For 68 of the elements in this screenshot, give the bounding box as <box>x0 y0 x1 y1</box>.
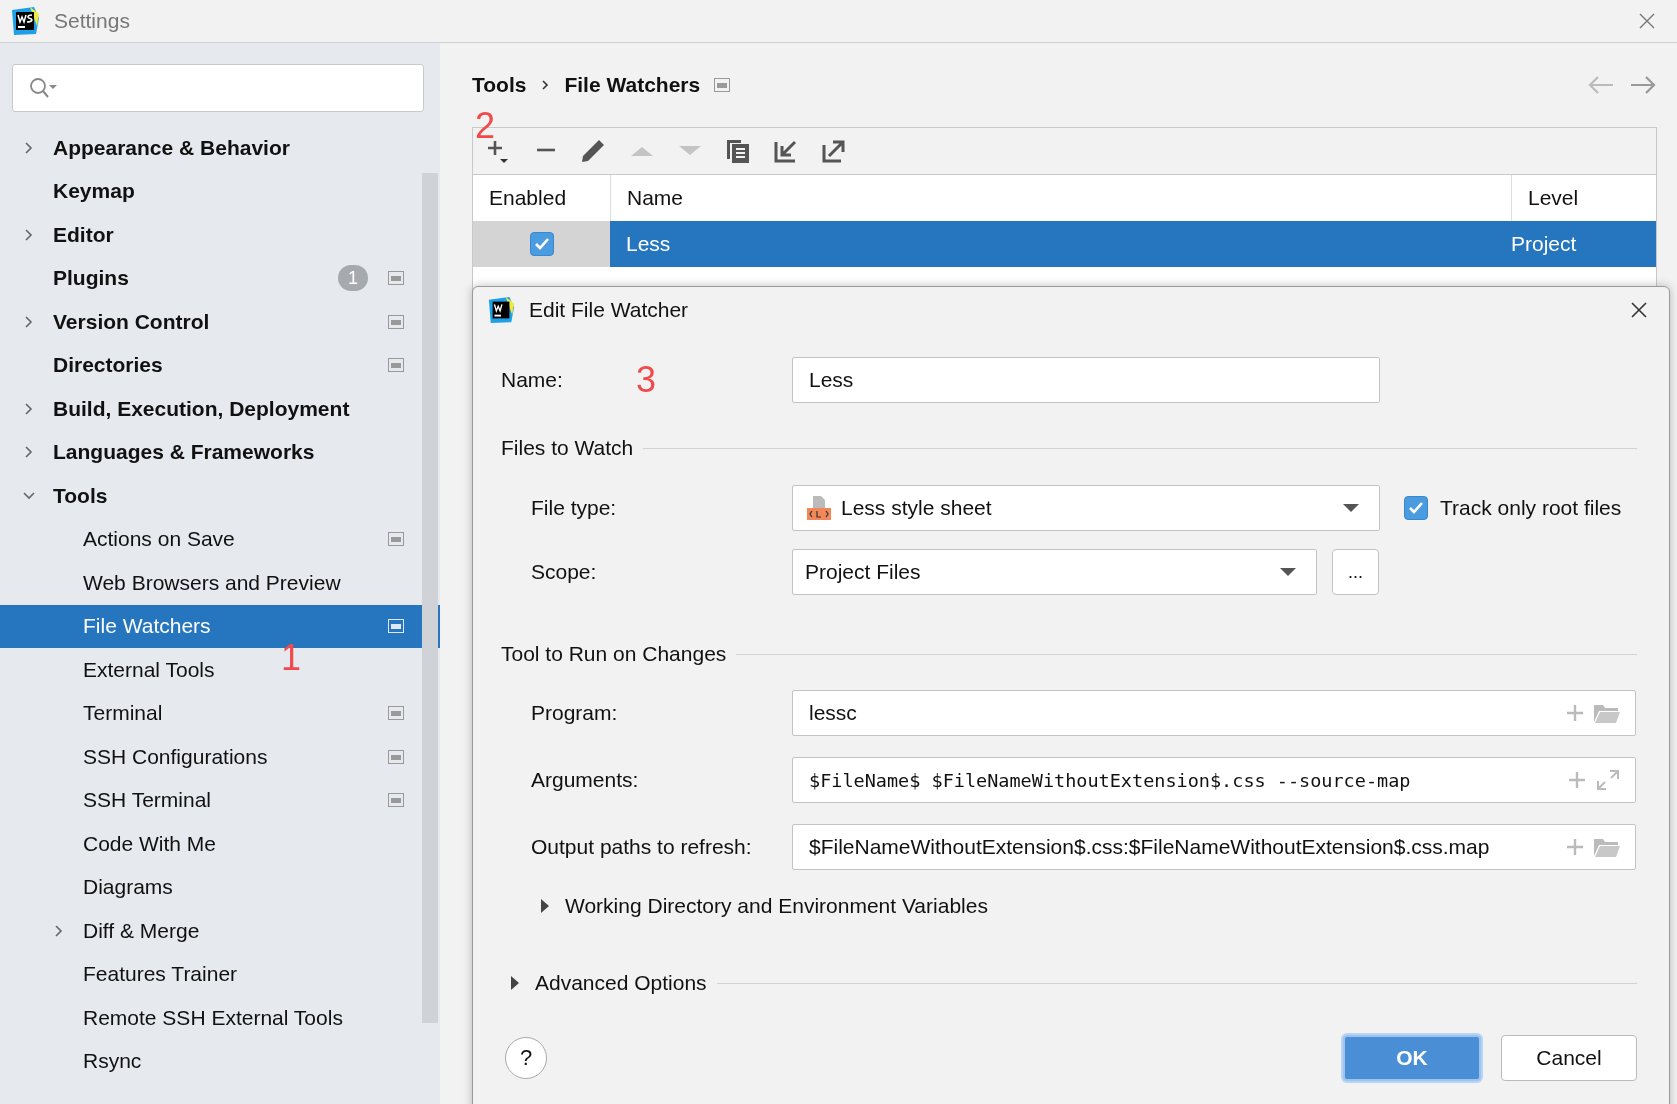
dropdown-arrow-icon <box>1343 503 1359 513</box>
sidebar-item[interactable]: Keymap <box>53 179 135 204</box>
annotation-number: 2 <box>475 108 496 144</box>
checkbox[interactable]: Track only root files <box>1404 496 1622 520</box>
scrollbar[interactable] <box>422 173 438 1023</box>
sidebar-item[interactable]: Languages & Frameworks <box>53 440 315 465</box>
close-icon[interactable] <box>1631 302 1647 318</box>
table-cell: Less <box>610 221 1511 267</box>
checkbox[interactable] <box>529 232 554 256</box>
table-row[interactable]: Less Project <box>473 221 1656 267</box>
sidebar-item[interactable]: Editor <box>53 222 114 247</box>
sidebar-item[interactable]: Actions on Save <box>83 527 235 552</box>
field-label: Scope: <box>530 560 598 584</box>
field-label: Output paths to refresh: <box>530 835 753 859</box>
section-title: Files to Watch <box>501 436 634 460</box>
expander[interactable]: Advanced Options <box>509 971 707 995</box>
column-header[interactable]: Enabled <box>473 175 610 221</box>
field-label: File type: <box>530 496 618 520</box>
checkmark-icon <box>533 237 550 251</box>
dropdown[interactable]: Less style sheet <box>792 485 1380 531</box>
dialog-title: Edit File Watcher <box>529 298 689 322</box>
sidebar-item[interactable]: Remote SSH External Tools <box>83 1005 343 1030</box>
sidebar-item[interactable]: Appearance & Behavior <box>53 135 290 160</box>
update-count-badge: 1 <box>338 265 368 292</box>
sidebar-item[interactable]: SSH Terminal <box>83 788 211 813</box>
annotation-number: 3 <box>636 362 657 398</box>
sidebar-item[interactable]: Web Browsers and Preview <box>83 570 341 595</box>
triangle-icon <box>509 975 521 991</box>
triangle-icon <box>539 898 551 914</box>
window-title: Settings <box>54 9 130 33</box>
sidebar-item[interactable]: Terminal <box>83 701 163 726</box>
sidebar-item[interactable]: Diagrams <box>83 875 173 900</box>
section-title: Tool to Run on Changes <box>501 642 727 666</box>
copy-icon[interactable] <box>725 137 751 165</box>
expander[interactable]: Working Directory and Environment Variables <box>539 894 988 918</box>
checkmark-icon <box>1408 501 1424 515</box>
sidebar-item[interactable]: Version Control <box>53 309 210 334</box>
sidebar-item[interactable]: External Tools <box>83 657 215 682</box>
search-field[interactable] <box>12 64 424 112</box>
search-icon <box>29 77 59 99</box>
project-level-icon <box>714 78 731 92</box>
browse-button[interactable]: ... <box>1332 549 1379 595</box>
sidebar-item[interactable]: Diff & Merge <box>83 918 200 943</box>
sidebar-item[interactable]: Build, Execution, Deployment <box>53 396 350 421</box>
dropdown-arrow-icon <box>1280 567 1296 577</box>
breadcrumb-item: File Watchers <box>564 73 701 97</box>
breadcrumb-item[interactable]: Tools <box>472 73 527 97</box>
help-button[interactable]: ? <box>505 1037 547 1079</box>
field-label: Name: <box>501 368 563 391</box>
breadcrumb-separator-icon <box>540 79 551 91</box>
sidebar-item[interactable]: Rsync <box>83 1049 142 1074</box>
dropdown[interactable]: Project Files <box>792 549 1317 595</box>
cancel-button[interactable]: Cancel <box>1501 1035 1637 1081</box>
app-logo-icon <box>487 296 515 324</box>
less-file-icon <box>805 494 833 522</box>
table-cell: Project <box>1511 221 1656 267</box>
sidebar-item[interactable]: Plugins <box>53 266 129 291</box>
sidebar-item[interactable]: Tools <box>53 483 108 508</box>
sidebar-item[interactable]: SSH Configurations <box>83 744 268 769</box>
forward-arrow-icon[interactable] <box>1629 75 1657 95</box>
input-field[interactable]: Less <box>792 357 1380 403</box>
sidebar-item[interactable]: Directories <box>53 353 163 378</box>
edit-icon[interactable] <box>579 137 607 165</box>
sidebar-item[interactable]: Code With Me <box>83 831 217 856</box>
field-label: Arguments: <box>530 768 640 792</box>
field-label: Program: <box>530 701 619 725</box>
app-logo-icon <box>10 6 40 36</box>
sidebar-item[interactable]: Features Trainer <box>83 962 238 987</box>
